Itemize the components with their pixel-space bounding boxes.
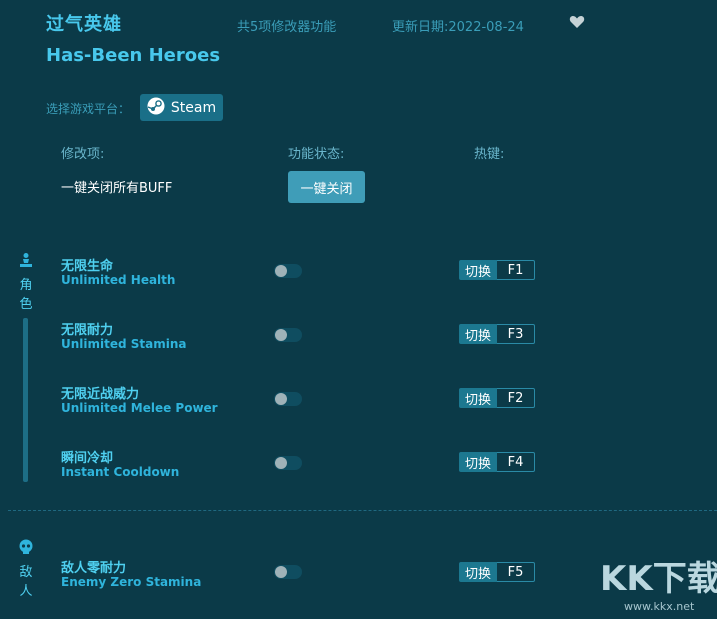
section-enemy-label: 敌 人	[19, 565, 33, 599]
toggle-unlimited-stamina[interactable]	[274, 328, 302, 342]
toggle-enemy-zero-stamina[interactable]	[274, 565, 302, 579]
feature-name-en: Unlimited Stamina	[61, 337, 187, 351]
hotkey-key: F2	[497, 388, 535, 408]
section-scroll-indicator	[23, 318, 28, 482]
feature-name-en: Enemy Zero Stamina	[61, 575, 202, 589]
disable-all-buff-label: 一键关闭所有BUFF	[61, 181, 173, 196]
toggle-knob	[275, 393, 287, 405]
feature-name-cn: 瞬间冷却	[61, 451, 114, 466]
hotkey-switch-label: 切换	[459, 562, 497, 582]
favorite-heart-icon[interactable]	[569, 14, 585, 30]
section-character-label: 角 色	[19, 278, 33, 312]
toggle-knob	[275, 457, 287, 469]
platform-label: 选择游戏平台：	[46, 102, 131, 116]
watermark-logo-text: KK下载	[600, 559, 717, 599]
toggle-knob	[275, 566, 287, 578]
hotkey-switch-label: 切换	[459, 388, 497, 408]
steam-label: Steam	[170, 99, 217, 116]
hotkey-switch-label: 切换	[459, 260, 497, 280]
feature-name-cn: 无限近战威力	[61, 387, 140, 402]
hotkey-key: F4	[497, 452, 535, 472]
column-header-status: 功能状态:	[288, 147, 345, 162]
skull-icon	[18, 539, 34, 555]
feature-name-cn: 无限耐力	[61, 323, 114, 338]
hotkey-unlimited-melee-power[interactable]: 切换 F2	[459, 388, 535, 408]
game-title-en: Has-Been Heroes	[46, 45, 221, 66]
toggle-unlimited-health[interactable]	[274, 264, 302, 278]
feature-name-en: Unlimited Health	[61, 273, 176, 287]
steam-icon	[147, 97, 165, 119]
column-header-item: 修改项:	[61, 147, 105, 162]
hotkey-key: F3	[497, 324, 535, 344]
steam-platform-button[interactable]: Steam	[140, 94, 223, 121]
hotkey-instant-cooldown[interactable]: 切换 F4	[459, 452, 535, 472]
hotkey-switch-label: 切换	[459, 324, 497, 344]
game-title-cn: 过气英雄	[46, 14, 122, 35]
toggle-instant-cooldown[interactable]	[274, 456, 302, 470]
feature-name-cn: 敌人零耐力	[61, 561, 127, 576]
toggle-knob	[275, 265, 287, 277]
hotkey-key: F1	[497, 260, 535, 280]
hotkey-key: F5	[497, 562, 535, 582]
feature-name-en: Instant Cooldown	[61, 465, 180, 479]
hotkey-switch-label: 切换	[459, 452, 497, 472]
column-header-hotkey: 热键:	[474, 147, 505, 162]
toggle-unlimited-melee-power[interactable]	[274, 392, 302, 406]
toggle-knob	[275, 329, 287, 341]
feature-name-cn: 无限生命	[61, 259, 114, 274]
pawn-icon	[18, 252, 34, 268]
section-divider	[8, 510, 717, 511]
feature-count: 共5项修改器功能	[237, 20, 337, 35]
hotkey-enemy-zero-stamina[interactable]: 切换 F5	[459, 562, 535, 582]
hotkey-unlimited-stamina[interactable]: 切换 F3	[459, 324, 535, 344]
update-date: 更新日期:2022-08-24	[392, 20, 524, 35]
disable-all-buff-button[interactable]: 一键关闭	[288, 171, 365, 203]
hotkey-unlimited-health[interactable]: 切换 F1	[459, 260, 535, 280]
watermark-url-text: www.kkx.net	[624, 600, 695, 613]
feature-name-en: Unlimited Melee Power	[61, 401, 218, 415]
kk-watermark-logo: KK下载 www.kkx.net	[594, 548, 717, 615]
